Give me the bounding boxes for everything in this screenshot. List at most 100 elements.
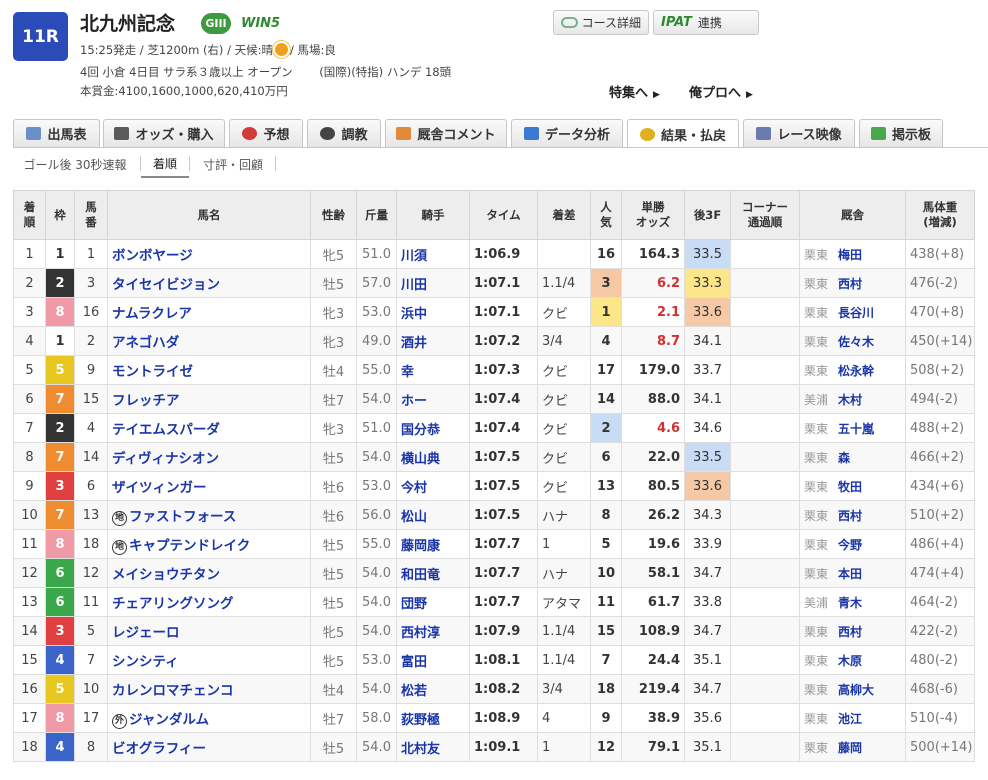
subtab-divider [275, 156, 276, 171]
horse-name-link[interactable]: モントライゼ [112, 364, 193, 380]
trainer-link[interactable]: 森 [838, 451, 850, 465]
sex-age: 牡5 [310, 732, 357, 762]
corner-order [730, 297, 800, 327]
jockey-link[interactable]: 富田 [396, 645, 470, 675]
jockey-link[interactable]: 松若 [396, 674, 470, 704]
horse-name-link[interactable]: アネゴハダ [112, 335, 179, 351]
jockey-link[interactable]: 酒井 [396, 326, 470, 356]
tab-results[interactable]: 結果・払戻 [627, 119, 739, 148]
horse-name-link[interactable]: レジェーロ [112, 625, 180, 641]
tab-prediction[interactable]: 予想 [229, 119, 303, 147]
trainer-link[interactable]: 西村 [838, 509, 862, 523]
table-row: 3 8 16 ナムラクレア 牝3 53.0 浜中 1:07.1 クビ 1 2.1 33.6 栗東 長谷川 4… [13, 297, 975, 327]
trainer-link[interactable]: 西村 [838, 625, 862, 639]
tab-board[interactable]: 掲示板 [859, 119, 943, 147]
horse-name: アネゴハダ [107, 326, 311, 356]
trainer-link[interactable]: 西村 [838, 277, 862, 291]
win-odds: 108.9 [621, 616, 685, 646]
jockey-link[interactable]: 横山典 [396, 442, 470, 472]
jockey-link[interactable]: 幸 [396, 355, 470, 385]
stable-region: 栗東 [804, 334, 829, 349]
trainer-link[interactable]: 長谷川 [838, 306, 874, 320]
trainer-link[interactable]: 池江 [838, 712, 862, 726]
tab-entries[interactable]: 出馬表 [13, 119, 100, 147]
jockey-link[interactable]: 松山 [396, 500, 470, 530]
jockey-link[interactable]: 北村友 [396, 732, 470, 762]
horse-name-link[interactable]: ザイツィンガー [112, 480, 207, 496]
subtab-review[interactable]: 寸評・回顧 [193, 150, 273, 178]
table-row: 13 6 11 チェアリングソング 牡5 54.0 団野 1:07.7 アタマ 11 61.7 33.… [13, 587, 975, 617]
jockey-link[interactable]: 浜中 [396, 297, 470, 327]
sex-age: 牡5 [310, 268, 357, 298]
trainer-link[interactable]: 木原 [838, 654, 862, 668]
stable-region: 美浦 [804, 392, 829, 407]
jockey-link[interactable]: 団野 [396, 587, 470, 617]
tab-training[interactable]: 調教 [307, 119, 381, 147]
jockey-link[interactable]: 西村淳 [396, 616, 470, 646]
win5-logo: WIN5 [241, 13, 280, 35]
jockey-link[interactable]: 荻野極 [396, 703, 470, 733]
trainer-link[interactable]: 木村 [838, 393, 862, 407]
jockey-link[interactable]: 川須 [396, 239, 470, 269]
trainer-link[interactable]: 高柳大 [838, 683, 874, 697]
trainer-link[interactable]: 本田 [838, 567, 862, 581]
jockey-link[interactable]: 川田 [396, 268, 470, 298]
tab-race-video[interactable]: レース映像 [743, 119, 855, 147]
ipat-link-button[interactable]: IPAT 連携 [653, 10, 759, 35]
subtab-quick-result[interactable]: ゴール後 30秒速報 [13, 150, 137, 178]
feature-link[interactable]: 特集へ ▶ [609, 82, 660, 101]
horse-name-link[interactable]: ファストフォース [129, 509, 236, 525]
trainer-link[interactable]: 五十嵐 [838, 422, 874, 436]
jockey-link[interactable]: 藤岡康 [396, 529, 470, 559]
horse-name-link[interactable]: ディヴィナシオン [112, 451, 219, 467]
horse-name-link[interactable]: メイショウチタン [112, 567, 220, 583]
stopwatch-icon [320, 127, 336, 140]
margin: ハナ [537, 558, 591, 588]
trainer-link[interactable]: 牧田 [838, 480, 862, 494]
corner-order [730, 674, 800, 704]
horse-name-link[interactable]: ジャンダルム [129, 712, 209, 728]
trainer-link[interactable]: 藤岡 [838, 741, 862, 755]
trainer-link[interactable]: 松永幹 [838, 364, 874, 378]
horse-name-link[interactable]: チェアリングソング [112, 596, 234, 612]
horse-name-link[interactable]: シンシティ [112, 654, 179, 670]
finish-position: 4 [13, 326, 46, 356]
waku-badge: 2 [45, 268, 75, 298]
horse-name-link[interactable]: カレンロマチェンコ [112, 683, 234, 699]
margin [537, 239, 591, 269]
tab-label: 調教 [341, 128, 368, 143]
trainer-link[interactable]: 今野 [838, 538, 862, 552]
trainer-link[interactable]: 青木 [838, 596, 862, 610]
subtab-finish-order[interactable]: 着順 [141, 150, 189, 178]
finish-time: 1:08.9 [469, 703, 538, 733]
win-odds: 88.0 [621, 384, 685, 414]
horse-name-link[interactable]: ナムラクレア [112, 306, 192, 322]
ipat-link-label: 連携 [697, 16, 722, 30]
trainer-link[interactable]: 佐々木 [838, 335, 874, 349]
horse-name-link[interactable]: キャプテンドレイク [129, 538, 250, 554]
course-detail-button[interactable]: コース詳細 [553, 10, 649, 35]
horse-name-link[interactable]: フレッチア [112, 393, 180, 409]
tab-odds[interactable]: オッズ・購入 [103, 119, 225, 147]
corner-order [730, 529, 800, 559]
horse-name-link[interactable]: テイエムスパーダ [112, 422, 220, 438]
waku-badge: 3 [45, 471, 75, 501]
waku-badge: 2 [45, 413, 75, 443]
trainer-link[interactable]: 梅田 [838, 248, 862, 262]
jockey-link[interactable]: 和田竜 [396, 558, 470, 588]
jockey-link[interactable]: 今村 [396, 471, 470, 501]
table-row: 16 5 10 カレンロマチェンコ 牡4 54.0 松若 1:08.2 3/4 18 219.4 34… [13, 674, 975, 704]
carried-weight: 58.0 [356, 703, 397, 733]
horse-name-link[interactable]: ボンボヤージ [112, 248, 193, 264]
margin: 1.1/4 [537, 616, 591, 646]
jockey-link[interactable]: 国分恭 [396, 413, 470, 443]
horse-name-link[interactable]: ビオグラフィー [112, 741, 206, 757]
horse-name: タイセイビジョン [107, 268, 311, 298]
tab-stable-comments[interactable]: 厩舎コメント [385, 119, 507, 147]
tab-data-analysis[interactable]: データ分析 [511, 119, 623, 147]
body-weight: 466(+2) [905, 442, 975, 472]
horse-name-link[interactable]: タイセイビジョン [112, 277, 220, 293]
orepro-link[interactable]: 俺プロへ ▶ [689, 82, 753, 101]
jockey-link[interactable]: ホー [396, 384, 470, 414]
popularity: 15 [590, 616, 622, 646]
